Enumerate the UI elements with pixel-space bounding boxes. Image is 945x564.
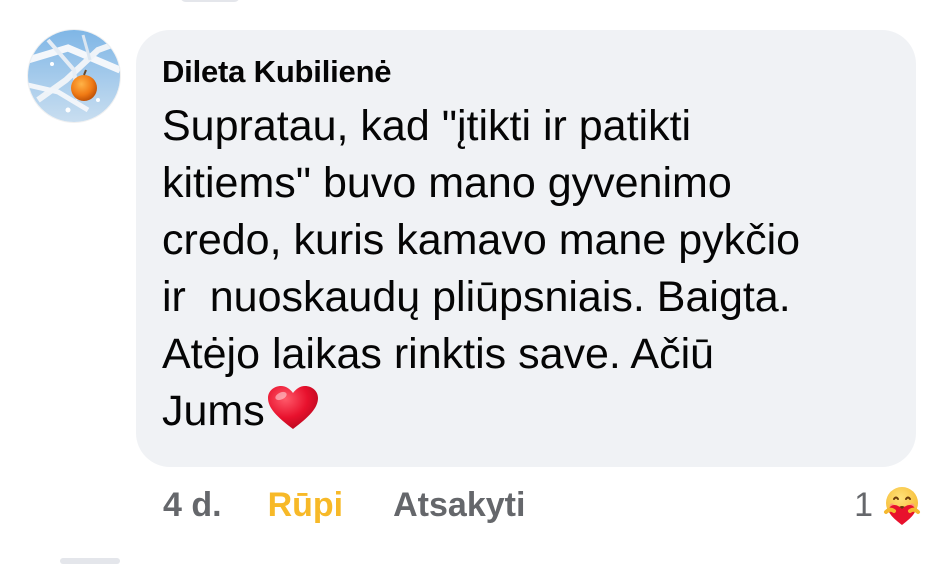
comment-timestamp[interactable]: 4 d. (163, 486, 222, 525)
comment-author-name[interactable]: Dileta Kubilienė (162, 52, 886, 92)
next-comment-remnant-bar (60, 558, 120, 564)
care-reaction-button[interactable]: Rūpi (268, 486, 344, 525)
comment-bubble: Dileta Kubilienė Supratau, kad "įtikti i… (136, 30, 916, 467)
previous-comment-remnant (180, 0, 240, 2)
reaction-summary[interactable]: 1 (854, 480, 923, 530)
care-reaction-icon (881, 484, 923, 526)
avatar-photo (28, 30, 120, 122)
reaction-count: 1 (854, 485, 873, 524)
reply-button[interactable]: Atsakyti (393, 486, 525, 525)
comment-text-body: Supratau, kad "įtikti ir patikti kitiems… (162, 102, 801, 435)
comment-actions: 4 d. Rūpi Atsakyti (163, 480, 525, 530)
next-comment-remnant (0, 556, 945, 564)
comment-text: Supratau, kad "įtikti ir patikti kitiems… (162, 98, 882, 440)
avatar[interactable] (28, 30, 120, 122)
red-heart-emoji-icon (267, 385, 319, 431)
